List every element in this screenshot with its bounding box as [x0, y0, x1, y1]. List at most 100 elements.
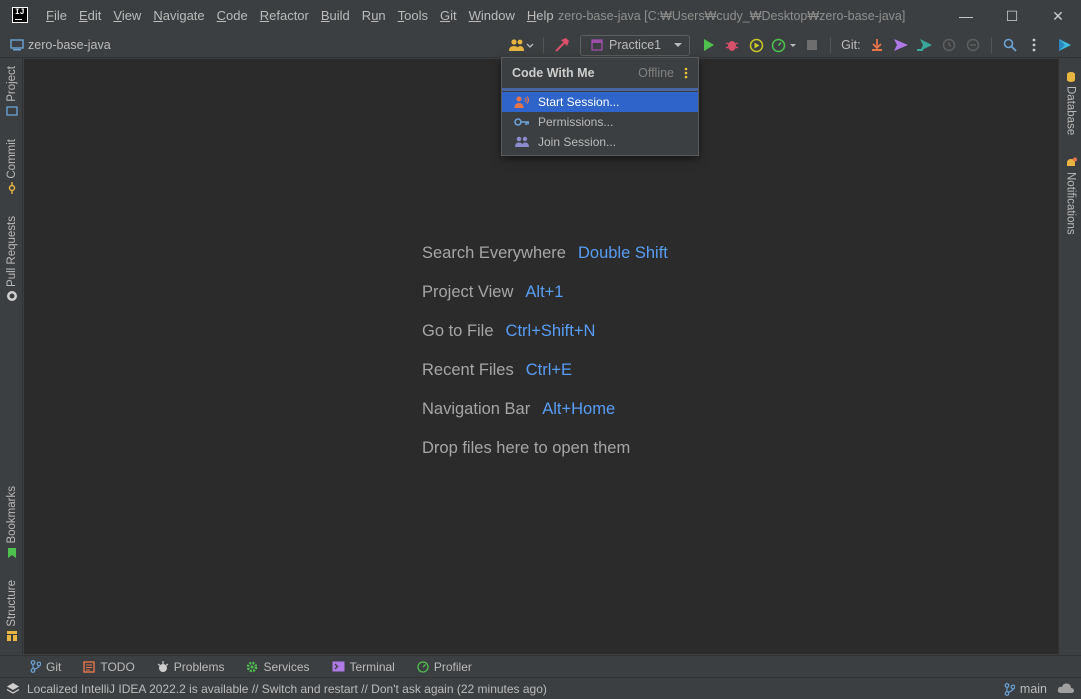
menu-view[interactable]: View [107, 0, 147, 32]
hint-action: Search Everywhere [422, 244, 566, 262]
tool-tab-label: TODO [100, 659, 135, 674]
search-icon[interactable] [999, 34, 1021, 56]
github-icon [6, 290, 18, 302]
popup-divider [502, 88, 698, 91]
tool-tab-database[interactable]: Database [1059, 68, 1081, 135]
chevron-down-icon [673, 42, 683, 48]
tool-tab-git[interactable]: Git [30, 660, 61, 674]
popup-item-label: Join Session... [538, 135, 617, 149]
popup-item-key[interactable]: Permissions... [502, 112, 698, 132]
status-bar: Localized IntelliJ IDEA 2022.2 is availa… [0, 677, 1081, 699]
build-hammer-icon[interactable] [551, 34, 573, 56]
code-with-me-popup: Code With Me Offline Start Session... Per… [501, 57, 699, 156]
menu-build[interactable]: Build [315, 0, 356, 32]
git-commit-icon[interactable] [890, 34, 912, 56]
popup-item-join-session[interactable]: Join Session... [502, 132, 698, 152]
tool-tab-problems[interactable]: Problems [157, 659, 225, 674]
tool-tab-project[interactable]: Project [0, 66, 23, 120]
services-icon [246, 661, 258, 673]
menu-edit[interactable]: Edit [73, 0, 107, 32]
menu-git[interactable]: Git [434, 0, 463, 32]
close-button[interactable]: ✕ [1035, 0, 1081, 32]
menu-code[interactable]: Code [211, 0, 254, 32]
profiler-run-icon[interactable] [769, 34, 799, 56]
intellij-logo-icon: IJ [12, 7, 28, 23]
left-tool-strip: Project Commit Pull Requests Bookmarks S… [0, 58, 23, 654]
hint-action: Navigation Bar [422, 400, 531, 418]
toolbar-separator [543, 37, 544, 53]
tool-tab-commit[interactable]: Commit [0, 139, 23, 197]
tool-tab-label: Structure [5, 580, 18, 627]
profiler-icon [417, 660, 429, 673]
window-title: zero-base-java [C:₩Users₩cudy_₩Desktop₩z… [558, 9, 906, 23]
project-breadcrumb[interactable]: zero-base-java [10, 32, 111, 58]
tool-tab-terminal[interactable]: Terminal [332, 660, 395, 674]
git-branch-icon [1004, 682, 1015, 696]
todo-icon [83, 660, 96, 673]
bookmark-icon [6, 547, 18, 559]
run-play-icon[interactable] [697, 34, 719, 56]
tool-tab-label: Notifications [1064, 172, 1077, 235]
tool-tab-todo[interactable]: TODO [83, 659, 135, 674]
popup-item-start-session[interactable]: Start Session... [502, 92, 698, 112]
more-options-icon[interactable] [684, 67, 688, 79]
menu-tools[interactable]: Tools [392, 0, 434, 32]
problems-icon [157, 660, 169, 673]
branch-name: main [1019, 682, 1047, 696]
hint-row: Go to File Ctrl+Shift+N [422, 322, 668, 361]
status-right: main [1004, 678, 1075, 699]
update-notification-text: Localized IntelliJ IDEA 2022.2 is availa… [27, 681, 547, 696]
tool-tab-profiler[interactable]: Profiler [417, 660, 472, 674]
start-session-icon [514, 95, 530, 109]
hint-row: Drop files here to open them [422, 439, 668, 478]
code-with-me-logo-icon[interactable] [1054, 34, 1076, 56]
menu-run[interactable]: Run [356, 0, 392, 32]
stop-icon[interactable] [801, 34, 823, 56]
menu-navigate[interactable]: Navigate [147, 0, 210, 32]
commit-icon [6, 181, 18, 194]
debug-bug-icon[interactable] [721, 34, 743, 56]
code-with-me-button[interactable] [506, 34, 536, 56]
key-icon [514, 117, 530, 127]
popup-header: Code With Me Offline [502, 58, 698, 88]
hint-action: Recent Files [422, 361, 514, 379]
tool-tab-label: Problems [173, 659, 225, 674]
title-bar: IJ File Edit View Navigate Code Refactor Build… [0, 0, 1081, 32]
git-push-icon[interactable] [914, 34, 936, 56]
tool-tab-services[interactable]: Services [246, 660, 310, 674]
git-update-icon[interactable] [866, 34, 888, 56]
tool-tab-label: Project [5, 66, 18, 102]
status-message[interactable]: Localized IntelliJ IDEA 2022.2 is availa… [6, 682, 547, 696]
minimize-button[interactable]: — [943, 0, 989, 32]
toolbar-separator [990, 37, 992, 53]
hint-action: Drop files here to open them [422, 439, 631, 457]
tool-tab-notifications[interactable]: Notifications [1059, 154, 1081, 235]
cloud-sync-icon[interactable] [1057, 682, 1075, 696]
status-offline-label: Offline [638, 66, 674, 80]
join-session-icon [514, 136, 530, 148]
more-actions-icon[interactable] [1023, 34, 1045, 56]
menu-help[interactable]: Help [521, 0, 560, 32]
menu-file[interactable]: File [40, 0, 73, 32]
empty-editor-hints: Search Everywhere Double Shift Project Vie… [422, 244, 668, 478]
monitor-icon [10, 39, 24, 51]
rollback-icon[interactable] [962, 34, 984, 56]
bottom-tool-bar: Git TODO Problems Services Terminal Profiler [0, 655, 1081, 677]
tool-tab-structure[interactable]: Structure [0, 580, 23, 645]
hint-row: Navigation Bar Alt+Home [422, 400, 668, 439]
tool-tab-label: Terminal [349, 659, 395, 674]
tool-tab-label: Commit [5, 139, 18, 179]
git-branch-icon [30, 660, 41, 673]
menu-window[interactable]: Window [463, 0, 521, 32]
run-with-coverage-icon[interactable] [745, 34, 767, 56]
tool-tab-pull-requests[interactable]: Pull Requests [0, 216, 23, 305]
maximize-button[interactable]: ☐ [989, 0, 1035, 32]
tool-tab-bookmarks[interactable]: Bookmarks [0, 486, 23, 562]
branch-widget[interactable]: main [1004, 682, 1047, 696]
menu-refactor[interactable]: Refactor [254, 0, 315, 32]
tool-tab-label: Bookmarks [5, 486, 18, 544]
hint-shortcut: Double Shift [577, 244, 668, 262]
run-configuration-selector[interactable]: Practice1 [580, 34, 691, 56]
history-icon[interactable] [938, 34, 960, 56]
menu-bar: File Edit View Navigate Code Refactor Build Run… [40, 0, 560, 32]
